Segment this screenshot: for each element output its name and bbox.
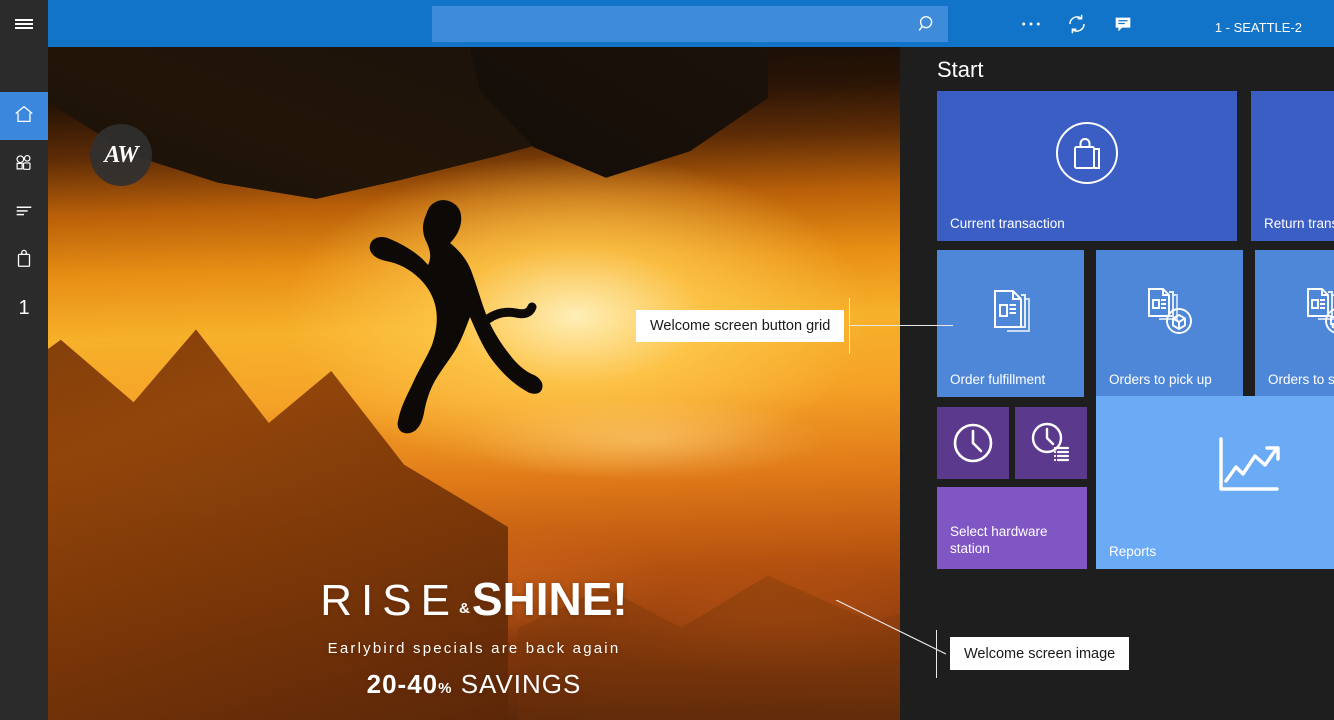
promo-ampersand: &	[459, 600, 472, 617]
tile-return-transaction[interactable]: Return transaction	[1251, 91, 1334, 241]
tile-select-hardware-station[interactable]: Select hardware station	[937, 487, 1087, 569]
hamburger-bar	[15, 23, 33, 25]
sidebar-item-transactions[interactable]	[0, 236, 48, 284]
clock-icon	[937, 407, 1009, 479]
tile-time-clock-entries[interactable]	[1015, 407, 1087, 479]
callout-welcome-screen-image: Welcome screen image	[950, 637, 1129, 670]
promo-savings-value: 20-40	[367, 669, 439, 699]
page-title: Start	[937, 57, 983, 83]
tile-label: Orders to pick up	[1109, 371, 1235, 388]
welcome-screen-button-grid: Start Current transaction	[900, 47, 1334, 720]
search-input[interactable]	[432, 6, 906, 42]
promo-savings-percent: %	[438, 680, 452, 697]
promo-headline-accent: SHINE!	[472, 572, 628, 626]
chart-arrow-icon	[1096, 396, 1334, 539]
tile-label: Orders to ship	[1268, 371, 1334, 388]
hamburger-menu-button[interactable]	[0, 0, 48, 48]
promo-subline: Earlybird specials are back again	[48, 640, 900, 657]
promo-savings: 20-40% SAVINGS	[48, 669, 900, 700]
documents-box-icon	[1096, 250, 1243, 371]
user-store: 1 - SEATTLE-2	[1168, 19, 1302, 37]
promo-savings-word: SAVINGS	[461, 669, 582, 699]
list-lines-icon	[13, 199, 35, 226]
tile-current-transaction[interactable]: Current transaction	[937, 91, 1237, 241]
annotation-bracket-image	[936, 630, 937, 678]
tile-label: Current transaction	[950, 215, 1229, 232]
promo-headline-main: RISE	[320, 576, 459, 626]
tile-time-clock[interactable]	[937, 407, 1009, 479]
rail-badge-count[interactable]: 1	[0, 284, 48, 332]
callout-welcome-screen-button-grid: Welcome screen button grid	[636, 310, 844, 342]
shopping-bag-circle-icon	[937, 91, 1237, 215]
search-icon[interactable]	[906, 6, 948, 42]
welcome-screen-image: AW RISE & SHINE! Earlybird specials are …	[48, 47, 900, 720]
left-navigation-rail: 1	[0, 0, 48, 720]
tile-label: Return transaction	[1264, 215, 1334, 232]
tile-label: Reports	[1109, 543, 1334, 560]
tile-orders-to-pick-up[interactable]: Orders to pick up	[1096, 250, 1243, 397]
home-icon	[13, 103, 35, 130]
promotion-banner: RISE & SHINE! Earlybird specials are bac…	[48, 572, 900, 700]
user-info[interactable]: 1 - SEATTLE-2	[1168, 3, 1310, 45]
tile-label: Order fulfillment	[950, 371, 1076, 388]
documents-ship-icon	[1255, 250, 1334, 371]
message-icon[interactable]	[1100, 0, 1146, 47]
sidebar-item-home[interactable]	[0, 92, 48, 140]
tile-label: Select hardware station	[950, 523, 1079, 557]
products-icon	[13, 151, 35, 178]
clock-list-icon	[1015, 407, 1087, 479]
pos-welcome-screen: 1	[0, 0, 1334, 720]
sidebar-item-products[interactable]	[0, 140, 48, 188]
brand-logo: AW	[90, 124, 152, 186]
tile-reports[interactable]: Reports	[1096, 396, 1334, 569]
annotation-bracket-grid	[849, 298, 850, 354]
search-box[interactable]	[432, 6, 948, 42]
sync-icon[interactable]	[1054, 0, 1100, 47]
tile-order-fulfillment[interactable]: Order fulfillment	[937, 250, 1084, 397]
shopping-bag-icon	[13, 247, 35, 274]
shopping-bag-return-icon	[1251, 91, 1334, 215]
top-bar-actions	[1008, 0, 1146, 47]
top-app-bar: 1 - SEATTLE-2	[48, 0, 1334, 47]
documents-icon	[937, 250, 1084, 371]
hamburger-bar	[15, 27, 33, 29]
more-options-button[interactable]	[1008, 0, 1054, 47]
tile-orders-to-ship[interactable]: Orders to ship	[1255, 250, 1334, 397]
climber-silhouette	[338, 195, 568, 445]
hamburger-bar	[15, 19, 33, 21]
annotation-leader-image	[836, 600, 946, 656]
promo-headline: RISE & SHINE!	[48, 572, 900, 626]
user-name	[1168, 3, 1302, 19]
annotation-leader-grid	[849, 325, 953, 326]
sidebar-item-journal[interactable]	[0, 188, 48, 236]
